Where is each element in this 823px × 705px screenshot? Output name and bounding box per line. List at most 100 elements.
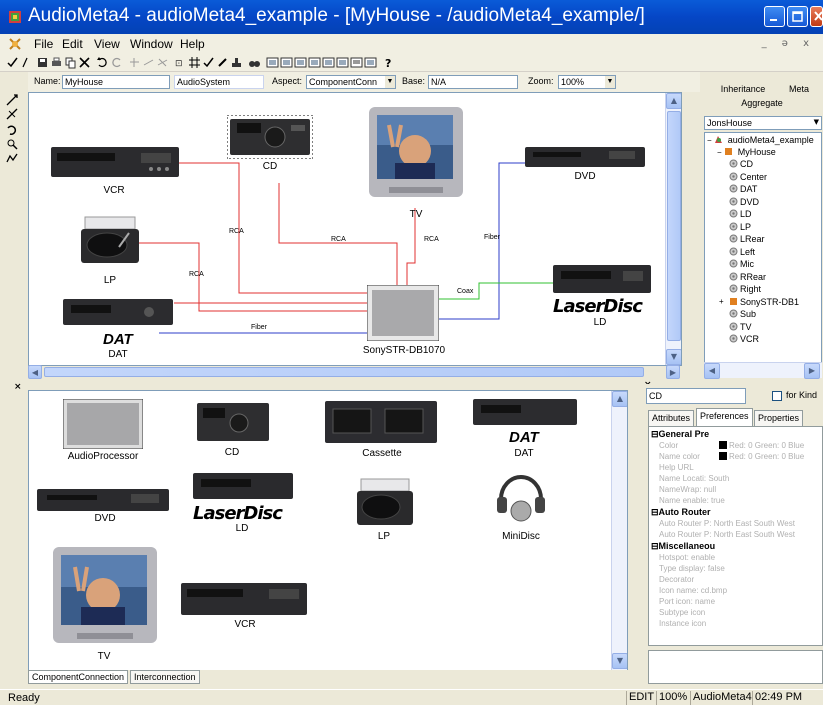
scroll-down-icon[interactable]: ▼ (666, 349, 681, 365)
scroll-right-icon[interactable]: ▶ (804, 363, 820, 379)
minimize-button[interactable] (764, 6, 785, 27)
receiver-device[interactable] (367, 285, 439, 341)
tree-item[interactable]: DAT (729, 184, 757, 194)
menu-view[interactable]: View (94, 37, 120, 51)
redo-icon[interactable] (110, 56, 123, 69)
tab-aggregate[interactable]: Aggregate (720, 98, 804, 108)
pref-decorator[interactable]: Decorator (659, 575, 694, 584)
vcr-device[interactable] (51, 143, 179, 183)
aspect-select[interactable]: ComponentConn ▼ (306, 75, 396, 89)
ld-device[interactable] (553, 263, 651, 295)
pref-router-1[interactable]: Auto Router P: North East South West (659, 519, 795, 528)
scroll-down-icon[interactable]: ▼ (612, 653, 627, 669)
lp-device[interactable] (75, 215, 143, 267)
set-icon[interactable] (156, 56, 169, 69)
name-field[interactable]: MyHouse (62, 75, 170, 89)
audioprocessor-part[interactable] (63, 399, 143, 449)
pref-type-display[interactable]: Type display: false (659, 564, 725, 573)
tree-item[interactable]: DVD (729, 197, 759, 207)
italic-check-icon[interactable] (20, 56, 33, 69)
set-mode-icon[interactable] (6, 124, 18, 136)
view-icon-7[interactable] (350, 56, 363, 69)
tab-preferences[interactable]: Preferences (696, 408, 753, 426)
view-icon-3[interactable] (294, 56, 307, 69)
parts-vscroll[interactable]: ▲ ▼ (611, 391, 627, 671)
menu-window[interactable]: Window (130, 37, 173, 51)
view-icon-4[interactable] (308, 56, 321, 69)
copy-icon[interactable] (64, 56, 77, 69)
pref-name-wrap[interactable]: NameWrap: null (659, 485, 716, 494)
tree-item[interactable]: LD (729, 209, 752, 219)
tv-device[interactable] (369, 107, 463, 203)
tree-item[interactable]: TV (729, 322, 752, 332)
scroll-up-icon[interactable]: ▲ (612, 391, 627, 407)
model-tree[interactable]: − audioMeta4_example − MyHouse CD Center D… (704, 132, 822, 364)
close-pane-icon[interactable]: × (14, 382, 22, 392)
scroll-up-icon[interactable]: ▲ (666, 93, 681, 109)
minidisc-part[interactable] (491, 467, 551, 527)
tree-item[interactable]: VCR (729, 334, 759, 344)
tree-item[interactable]: RRear (729, 272, 766, 282)
view-icon-5[interactable] (322, 56, 335, 69)
menu-help[interactable]: Help (180, 37, 205, 51)
help-icon[interactable]: ? (382, 56, 395, 69)
filter-select[interactable]: JonsHouse ▼ (704, 116, 822, 130)
pref-name-enable[interactable]: Name enable: true (659, 496, 725, 505)
cassette-part[interactable] (325, 399, 437, 445)
close-button[interactable] (810, 6, 823, 27)
collapse-icon[interactable]: − (707, 136, 712, 145)
tab-inheritance[interactable]: Inheritance (710, 84, 776, 94)
pref-router-2[interactable]: Auto Router P: North East South West (659, 530, 795, 539)
brush-icon[interactable] (216, 56, 229, 69)
view-icon-6[interactable] (336, 56, 349, 69)
pref-name-color[interactable]: Name color (659, 452, 700, 461)
ld-part[interactable] (193, 471, 293, 501)
connect-mode-icon[interactable] (6, 94, 18, 106)
tab-componentconnection[interactable]: ComponentConnection (28, 670, 129, 684)
collapse-icon[interactable]: − (717, 148, 722, 157)
validate-icon[interactable] (202, 56, 215, 69)
wire-vcr[interactable] (179, 162, 367, 294)
maximize-button[interactable] (787, 6, 808, 27)
check-icon[interactable] (6, 56, 19, 69)
attr-icon[interactable]: ⊡ (174, 56, 187, 69)
tree-item[interactable]: Right (729, 284, 761, 294)
section-general[interactable]: ⊟General Pre (651, 429, 709, 440)
pref-color[interactable]: Color (659, 441, 678, 450)
menu-file[interactable]: File (34, 37, 53, 51)
tree-item[interactable]: LRear (729, 234, 765, 244)
dat-device[interactable] (63, 297, 173, 327)
tree-item[interactable]: Mic (729, 259, 754, 269)
view-icon-2[interactable] (280, 56, 293, 69)
tab-properties[interactable]: Properties (754, 410, 804, 426)
zoom-select[interactable]: 100% ▼ (558, 75, 616, 89)
expand-icon[interactable]: + (719, 297, 724, 306)
tree-item[interactable]: Left (729, 247, 755, 257)
part-browser[interactable]: AudioProcessor CD Cassette DAT DAT DVD L… (28, 390, 628, 672)
section-misc[interactable]: ⊟Miscellaneou (651, 541, 715, 552)
print-icon[interactable] (50, 56, 63, 69)
tree-item[interactable]: CD (729, 159, 753, 169)
cd-part[interactable] (197, 401, 269, 443)
delete-icon[interactable] (78, 56, 91, 69)
scroll-right-icon[interactable]: ▶ (666, 365, 680, 379)
tab-interconnection[interactable]: Interconnection (130, 670, 200, 684)
dvd-part[interactable] (37, 487, 169, 513)
mdi-controls[interactable]: _ ə x (762, 38, 815, 49)
cd-device[interactable] (227, 115, 313, 159)
tree-item[interactable]: + SonySTR-DB1 (719, 297, 799, 307)
canvas-hscroll[interactable]: ◀ ▶ (28, 365, 682, 379)
top-canvas-vscroll[interactable]: ▲ ▼ (665, 93, 681, 365)
view-icon-1[interactable] (266, 56, 279, 69)
dat-part[interactable] (473, 397, 577, 427)
lp-part[interactable] (351, 477, 417, 529)
pref-subtype-icon[interactable]: Subtype icon (659, 608, 705, 617)
tree-item[interactable]: Sub (729, 309, 756, 319)
tab-meta[interactable]: Meta (784, 84, 814, 94)
model-editor-canvas[interactable]: RCA RCA RCA RCA Fiber Coax Fiber VCR CD … (28, 92, 682, 366)
link-icon[interactable] (142, 56, 155, 69)
vcr-part[interactable] (181, 581, 307, 617)
tree-root[interactable]: − audioMeta4_example (707, 135, 814, 145)
tree-model[interactable]: − MyHouse (717, 147, 776, 157)
for-kind-checkbox[interactable] (772, 391, 782, 401)
